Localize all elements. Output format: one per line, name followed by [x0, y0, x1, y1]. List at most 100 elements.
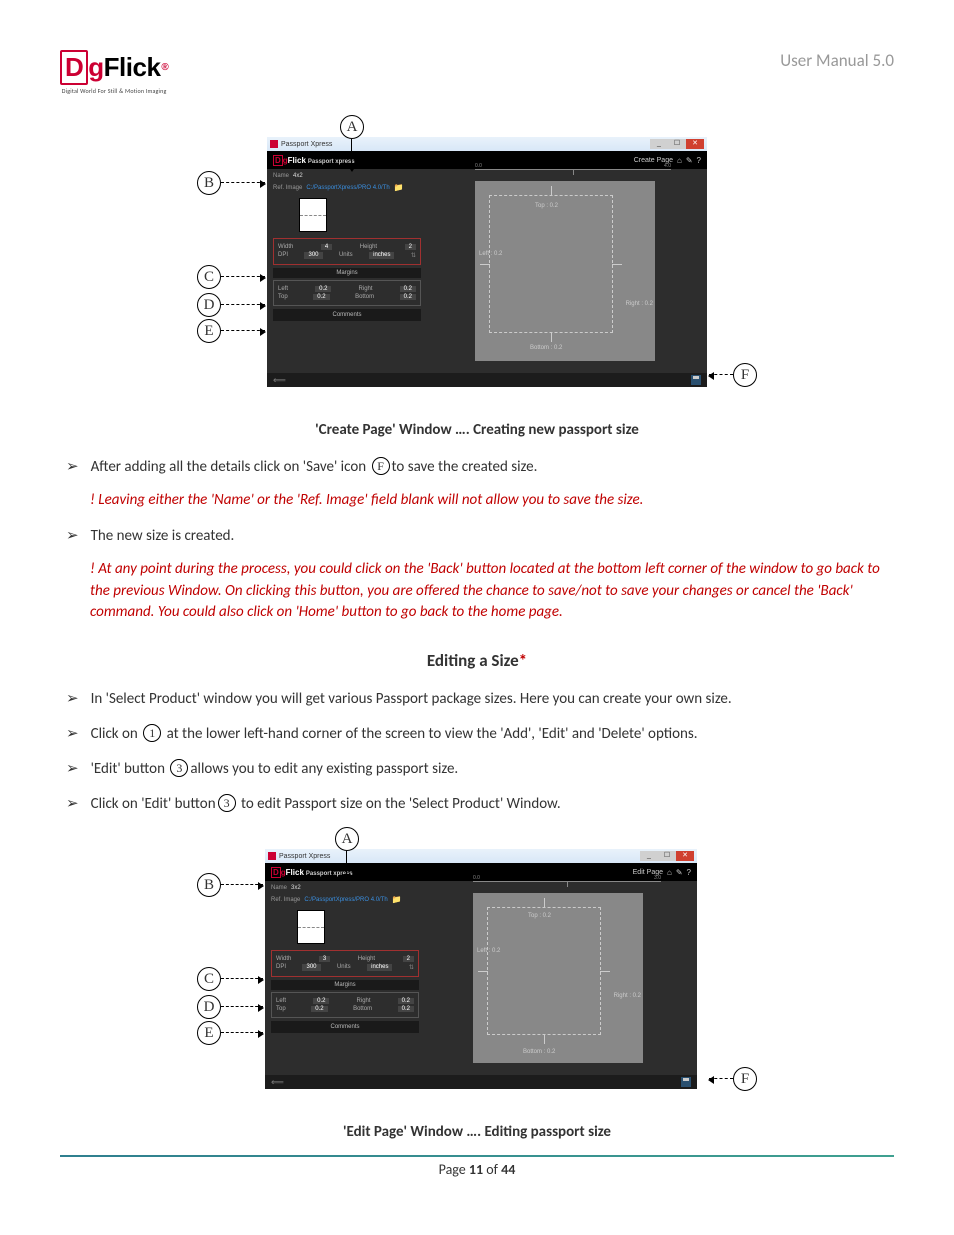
margin-bottom-input[interactable]: 0.2	[398, 1006, 414, 1012]
width-input[interactable]: 3	[319, 956, 330, 962]
bullet-text: 'Edit' button	[91, 760, 169, 778]
back-button[interactable]: ⟸	[271, 1077, 284, 1088]
height-input[interactable]: 2	[403, 956, 414, 962]
dpi-input[interactable]: 300	[302, 964, 320, 971]
refimage-label: Ref. Image	[271, 897, 300, 903]
bullet-marker-icon: ➢	[66, 457, 79, 478]
settings-icon[interactable]: ✎	[686, 156, 693, 165]
comments-header[interactable]: Comments	[271, 1021, 419, 1033]
units-select[interactable]: inches	[367, 964, 392, 971]
margin-top-input[interactable]: 0.2	[313, 294, 329, 300]
warning-text: ! At any point during the process, you c…	[90, 559, 894, 624]
bullet-item: ➢In 'Select Product' window you will get…	[66, 689, 894, 710]
callout-c2: C	[197, 967, 221, 991]
app-logo: DgFlickPassport xpress	[271, 868, 353, 877]
name-input[interactable]: 3x2	[291, 885, 301, 891]
help-icon[interactable]: ?	[687, 868, 691, 877]
margin-top-label: Top	[278, 294, 288, 300]
width-input[interactable]: 4	[321, 244, 332, 250]
inline-callout-3b: 3	[218, 794, 236, 812]
callout-b: B	[197, 171, 221, 195]
app-icon	[270, 140, 278, 148]
margins-header: Margins	[271, 980, 419, 990]
save-icon[interactable]	[681, 1077, 691, 1087]
margin-right-input[interactable]: 0.2	[400, 286, 416, 292]
logo-block: DgFlick® Digital World For Still & Motio…	[60, 50, 168, 95]
window-title: Passport Xpress	[279, 853, 330, 860]
callout-a: A	[340, 115, 364, 139]
save-icon[interactable]	[691, 375, 701, 385]
minimize-button[interactable]: _	[640, 851, 658, 861]
margin-bottom-preview: Bottom : 0.2	[530, 345, 562, 351]
margin-top-preview: Top : 0.2	[535, 203, 558, 209]
bullet-marker-icon: ➢	[66, 724, 79, 745]
ruler-horizontal: 0.0 4.0	[475, 169, 671, 175]
bullet-text: After adding all the details click on 'S…	[91, 458, 370, 476]
browse-icon[interactable]: 📁	[394, 183, 404, 192]
lock-icon[interactable]: ⇅	[411, 252, 416, 259]
margin-right-label: Right	[357, 998, 371, 1004]
home-icon[interactable]: ⌂	[667, 868, 672, 877]
dimensions-box: Width3Height2 DPI300Unitsinches⇅	[271, 950, 419, 977]
back-button[interactable]: ⟸	[273, 375, 286, 386]
inline-callout-3: 3	[170, 759, 188, 777]
height-input[interactable]: 2	[405, 244, 416, 250]
callout-f: F	[733, 363, 757, 387]
inline-callout-1: 1	[143, 724, 161, 742]
callout-d: D	[197, 293, 221, 317]
bullet-text: at the lower left-hand corner of the scr…	[163, 725, 697, 743]
bullet-marker-icon: ➢	[66, 794, 79, 815]
bullet-item: ➢ After adding all the details click on …	[66, 457, 894, 478]
figure2-caption: 'Edit Page' Window …. Editing passport s…	[60, 1123, 894, 1141]
refimage-path[interactable]: C:/PassportXpress/PRO 4.0/Th	[304, 897, 387, 903]
home-icon[interactable]: ⌂	[677, 156, 682, 165]
units-label: Units	[339, 252, 353, 259]
maximize-button[interactable]: ☐	[668, 139, 686, 149]
name-label: Name	[273, 173, 289, 179]
margins-box: Left0.2Right0.2 Top0.2Bottom0.2	[271, 992, 419, 1018]
margins-box: Left0.2Right0.2 Top0.2Bottom0.2	[273, 280, 421, 306]
comments-header[interactable]: Comments	[273, 309, 421, 321]
margin-bottom-input[interactable]: 0.2	[400, 294, 416, 300]
settings-icon[interactable]: ✎	[676, 868, 683, 877]
section-heading: Editing a Size*	[60, 650, 894, 671]
bullet-item: ➢ The new size is created.	[66, 526, 894, 547]
preview-area: 0.0 4.0 Top : 0.2 Left : 0.2 Right : 0.2…	[447, 173, 699, 367]
close-button[interactable]: ✕	[686, 139, 704, 149]
margin-bottom-label: Bottom	[355, 294, 374, 300]
dpi-input[interactable]: 300	[304, 252, 322, 259]
bullet-text: The new size is created.	[91, 526, 894, 547]
left-panel: Name4x2 Ref. ImageC:/PassportXpress/PRO …	[267, 169, 427, 373]
minimize-button[interactable]: _	[650, 139, 668, 149]
margin-left-input[interactable]: 0.2	[315, 286, 331, 292]
help-icon[interactable]: ?	[697, 156, 701, 165]
inline-callout-f: F	[372, 457, 390, 475]
bullet-text: In 'Select Product' window you will get …	[91, 689, 894, 710]
callout-e: E	[197, 319, 221, 343]
logo-tagline: Digital World For Still & Motion Imaging	[62, 87, 167, 95]
height-label: Height	[358, 956, 375, 962]
callout-d2: D	[197, 995, 221, 1019]
ref-thumbnail	[297, 910, 325, 944]
margins-header: Margins	[273, 268, 421, 278]
app-icon	[268, 852, 276, 860]
name-input[interactable]: 4x2	[293, 173, 303, 179]
bullet-marker-icon: ➢	[66, 759, 79, 780]
margin-top-label: Top	[276, 1006, 286, 1012]
margin-left-input[interactable]: 0.2	[313, 998, 329, 1004]
lock-icon[interactable]: ⇅	[409, 964, 414, 971]
bullet-marker-icon: ➢	[66, 526, 79, 547]
margin-guide	[489, 195, 613, 333]
browse-icon[interactable]: 📁	[392, 895, 402, 904]
logo: DgFlick®	[60, 50, 168, 85]
app-window-edit: Passport Xpress _ ☐ ✕ DgFlickPassport xp…	[265, 849, 697, 1089]
bullet-item: ➢Click on 1 at the lower left-hand corne…	[66, 724, 894, 745]
margin-top-input[interactable]: 0.2	[311, 1006, 327, 1012]
close-button[interactable]: ✕	[676, 851, 694, 861]
margin-right-input[interactable]: 0.2	[398, 998, 414, 1004]
units-select[interactable]: inches	[369, 252, 394, 259]
callout-c: C	[197, 265, 221, 289]
units-label: Units	[337, 964, 351, 971]
refimage-path[interactable]: C:/PassportXpress/PRO 4.0/Th	[306, 185, 389, 191]
maximize-button[interactable]: ☐	[658, 851, 676, 861]
